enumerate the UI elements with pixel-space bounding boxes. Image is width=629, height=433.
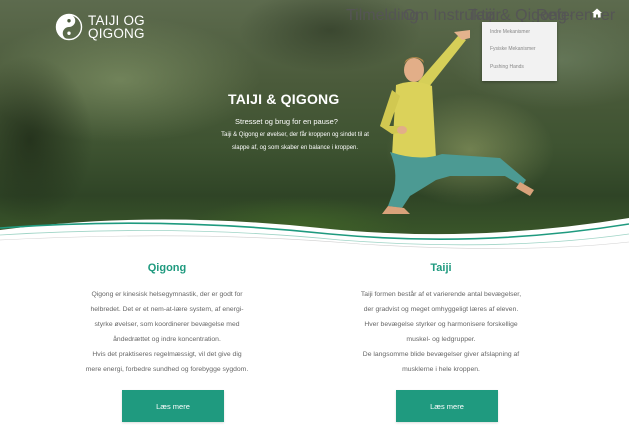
taiji-line-1: Taiji formen består af et varierende ant… <box>360 291 522 298</box>
nav-dropdown-menu: Indre Mekanismer Fysiske Mekanismer Push… <box>482 22 557 81</box>
dropdown-item-fysiske-mekanismer[interactable]: Fysiske Mekanismer <box>490 46 536 52</box>
hero-wave-divider <box>0 218 629 260</box>
qigong-section: Qigong Qigong er kinesisk helsegymnastik… <box>52 262 282 377</box>
hero-desc-line-2: slappe af, og som skaber en balance i kr… <box>231 145 359 151</box>
qigong-title: Qigong <box>147 262 187 274</box>
qigong-line-3: styrke øvelser, som koordinerer bevægels… <box>94 321 240 328</box>
nav-item-referencer[interactable]: Referencer <box>536 7 615 24</box>
taiji-line-2: der gradvist og meget omhyggeligt læres … <box>363 306 519 313</box>
taiji-line-5: De langsomme blide bevægelser giver afsl… <box>362 351 520 358</box>
home-icon[interactable] <box>592 8 602 18</box>
hero-subtitle: Stresset og brug for en pause? <box>235 117 338 126</box>
taiji-line-6: musklerne i hele kroppen. <box>402 366 480 373</box>
qigong-line-4: åndedrættet og indre koncentration. <box>113 336 221 343</box>
qigong-line-6: mere energi, forbedre sundhed og forebyg… <box>85 366 249 373</box>
qigong-line-1: Qigong er kinesisk helsegymnastik, der e… <box>91 291 243 298</box>
dropdown-item-pushing-hands[interactable]: Pushing Hands <box>490 64 524 70</box>
taiji-section: Taiji Taiji formen består af et varieren… <box>326 262 556 377</box>
taiji-title: Taiji <box>430 262 452 274</box>
taiji-line-4: muskel- og ledgrupper. <box>406 336 476 343</box>
site-logo[interactable]: TAIJI OG QIGONG <box>55 13 145 41</box>
qigong-line-5: Hvis det praktiseres regelmæssigt, vil d… <box>92 351 242 358</box>
qigong-text: Qigong er kinesisk helsegymnastik, der e… <box>52 287 282 377</box>
qigong-read-more-button[interactable]: Læs mere <box>122 390 224 422</box>
logo-line-2: QIGONG <box>88 26 145 41</box>
hero-desc-line-1: Taiji & Qigong er øvelser, der får kropp… <box>221 132 369 138</box>
taiji-read-more-button[interactable]: Læs mere <box>396 390 498 422</box>
qigong-line-2: helbredet. Det er et nem-at-lære system,… <box>90 306 244 313</box>
taiji-text: Taiji formen består af et varierende ant… <box>326 287 556 377</box>
yin-yang-icon <box>55 13 83 41</box>
dropdown-item-indre-mekanismer[interactable]: Indre Mekanismer <box>490 29 530 35</box>
hero-title: TAIJI & QIGONG <box>228 91 340 107</box>
hero-description: Taiji & Qigong er øvelser, der får kropp… <box>205 129 385 155</box>
logo-text: TAIJI OG QIGONG <box>88 14 145 41</box>
taiji-line-3: Hver bevægelse styrker og harmonisere fo… <box>364 321 518 328</box>
